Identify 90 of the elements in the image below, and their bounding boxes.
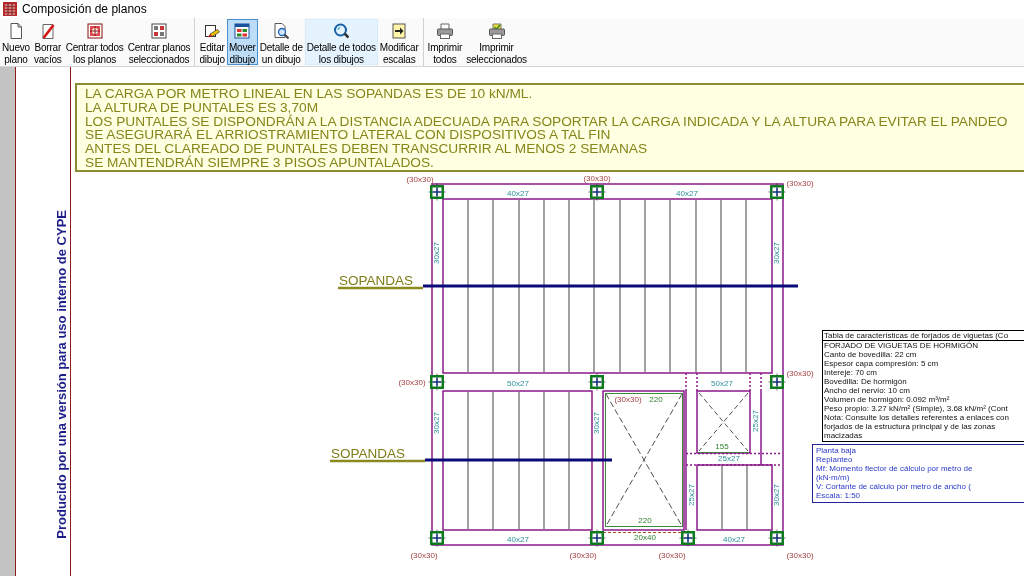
- beam-label: 30x27: [592, 412, 602, 434]
- column-icon: [768, 373, 786, 391]
- printer-icon: [436, 23, 453, 39]
- side-note: Producido por una versión para uso interno de CYPE: [54, 210, 69, 539]
- column-label: (30x30): [614, 395, 642, 405]
- legend-line: Replanteo: [816, 455, 853, 464]
- grid-frame-icon: [151, 23, 167, 39]
- target-icon: [86, 23, 103, 39]
- column-icon: [428, 183, 446, 201]
- legend-line: Planta baja: [816, 446, 857, 455]
- column-label: (30x30): [410, 551, 438, 561]
- column-icon: [428, 373, 446, 391]
- table-line: Ancho del nervio: 10 cm: [823, 386, 910, 395]
- legend-line: V: Cortante de cálculo por metro de ancho (: [816, 482, 971, 491]
- beam-label: 30x27: [432, 242, 442, 264]
- table-line: Intereje: 70 cm: [823, 368, 877, 377]
- note-line: SE MANTENDRÁN SIEMPRE 3 PISOS APUNTALADOS.: [85, 156, 434, 170]
- shaft-opening: [696, 390, 751, 454]
- edit-drawing-button[interactable]: Editar dibujo: [197, 19, 227, 65]
- beam-label: 25x27: [718, 454, 740, 464]
- beam-label: 50x27: [507, 379, 529, 389]
- app-icon: [3, 2, 17, 16]
- note-line: LA CARGA POR METRO LINEAL EN LAS SOPANDAS ES DE 10 kN/ML.: [85, 87, 533, 101]
- page-zoom-icon: [273, 23, 290, 39]
- column-icon: [768, 529, 786, 547]
- table-line: Espesor capa compresión: 5 cm: [823, 359, 939, 368]
- beam-label: 30x27: [772, 484, 782, 506]
- callout-label: SOPANDAS: [339, 273, 414, 288]
- beam-label: 50x27: [711, 379, 733, 389]
- printer-icon: [488, 23, 505, 39]
- beam-label: 30x27: [772, 242, 782, 264]
- note-line: LA ALTURA DE PUNTALES ES 3,70M: [85, 100, 319, 115]
- detail-one-button[interactable]: Detalle de un dibujo: [257, 19, 305, 65]
- column-icon: [588, 529, 606, 547]
- beam-label: 40x27: [507, 189, 529, 199]
- page-icon: [7, 23, 24, 39]
- beam-label: 30x27: [432, 412, 442, 434]
- print-selected-button[interactable]: Imprimir seleccionados: [464, 19, 529, 65]
- note-line: SE ASEGURARÁ EL ARRIOSTRAMIENTO LATERAL CON DISPOSITIVOS A TAL FIN: [85, 128, 611, 143]
- detail-all-button[interactable]: Detalle de todos los dibujos: [304, 19, 378, 65]
- magnifier-icon: [333, 23, 350, 39]
- table-line: Bovedilla: De hormigón: [823, 377, 907, 386]
- page-slash-icon: [39, 23, 56, 39]
- callout-label: SOPANDAS: [331, 446, 406, 461]
- beam-label: 40x27: [676, 189, 698, 199]
- column-icon: [679, 529, 697, 547]
- beam-label: 40x27: [723, 535, 745, 545]
- table-line: FORJADO DE VIGUETAS DE HORMIGÓN: [823, 341, 979, 350]
- window-title: Composición de planos: [22, 2, 147, 16]
- dimension-label: 155: [715, 442, 729, 452]
- table-line: macizadas: [823, 431, 863, 440]
- column-icon: [428, 529, 446, 547]
- clear-empty-button[interactable]: Borrar vacíos: [31, 19, 64, 65]
- column-label: (30x30): [786, 369, 814, 379]
- dimension-label: 220: [638, 516, 652, 526]
- table-line: Peso propio: 3.27 kN/m² (Simple), 3.68 kN/m² (Cont: [823, 404, 1008, 413]
- column-icon: [588, 373, 606, 391]
- column-icon: [588, 183, 606, 201]
- legend-line: Mf: Momento flector de cálculo por metro de: [816, 464, 973, 473]
- table-line: Canto de bovedilla: 22 cm: [823, 350, 917, 359]
- legend-line: (kN·m/m): [816, 473, 850, 482]
- edit-scales-button[interactable]: Modificar escalas: [377, 19, 421, 65]
- joist-line: [746, 465, 748, 530]
- print-all-button[interactable]: Imprimir todos: [425, 19, 465, 65]
- pencil-icon: [204, 23, 221, 39]
- center-selected-button[interactable]: Centrar planos seleccionados: [125, 19, 193, 65]
- legend-line: Escala: 1:50: [816, 491, 861, 500]
- column-label: (30x30): [406, 175, 434, 185]
- beam-label: 40x27: [507, 535, 529, 545]
- beam-label: 25x27: [750, 410, 760, 432]
- column-label: (30x30): [786, 179, 814, 189]
- center-all-button[interactable]: Centrar todos los planos: [63, 19, 126, 65]
- move-drawing-button[interactable]: Mover dibujo: [226, 19, 258, 65]
- joist-line: [721, 465, 723, 530]
- table-title: Tabla de características de forjados de viguetas (Co: [823, 331, 1024, 341]
- column-label: (30x30): [569, 551, 597, 561]
- dimension-label: 220: [649, 395, 663, 405]
- new-plan-button[interactable]: Nuevo plano: [0, 19, 32, 65]
- column-label: (30x30): [658, 551, 686, 561]
- note-line: ANTES DEL CLAREADO DE PUNTALES DEBEN TRANSCURRIR AL MENOS 2 SEMANAS: [85, 142, 648, 156]
- table-line: forjados de la estructura principal y de las zonas: [823, 422, 996, 431]
- column-label: (30x30): [786, 551, 814, 561]
- table-line: Nota: Consulte los detalles referentes a enlaces con: [823, 413, 1009, 422]
- table-line: Volumen de hormigón: 0.092 m³/m²: [823, 395, 950, 404]
- column-label: (30x30): [583, 174, 611, 184]
- column-label: (30x30): [398, 378, 426, 388]
- window-grid-icon: [234, 23, 251, 39]
- dimension-label: 20x40: [634, 533, 656, 543]
- column-icon: [768, 183, 786, 201]
- beam-label: 25x27: [686, 484, 696, 506]
